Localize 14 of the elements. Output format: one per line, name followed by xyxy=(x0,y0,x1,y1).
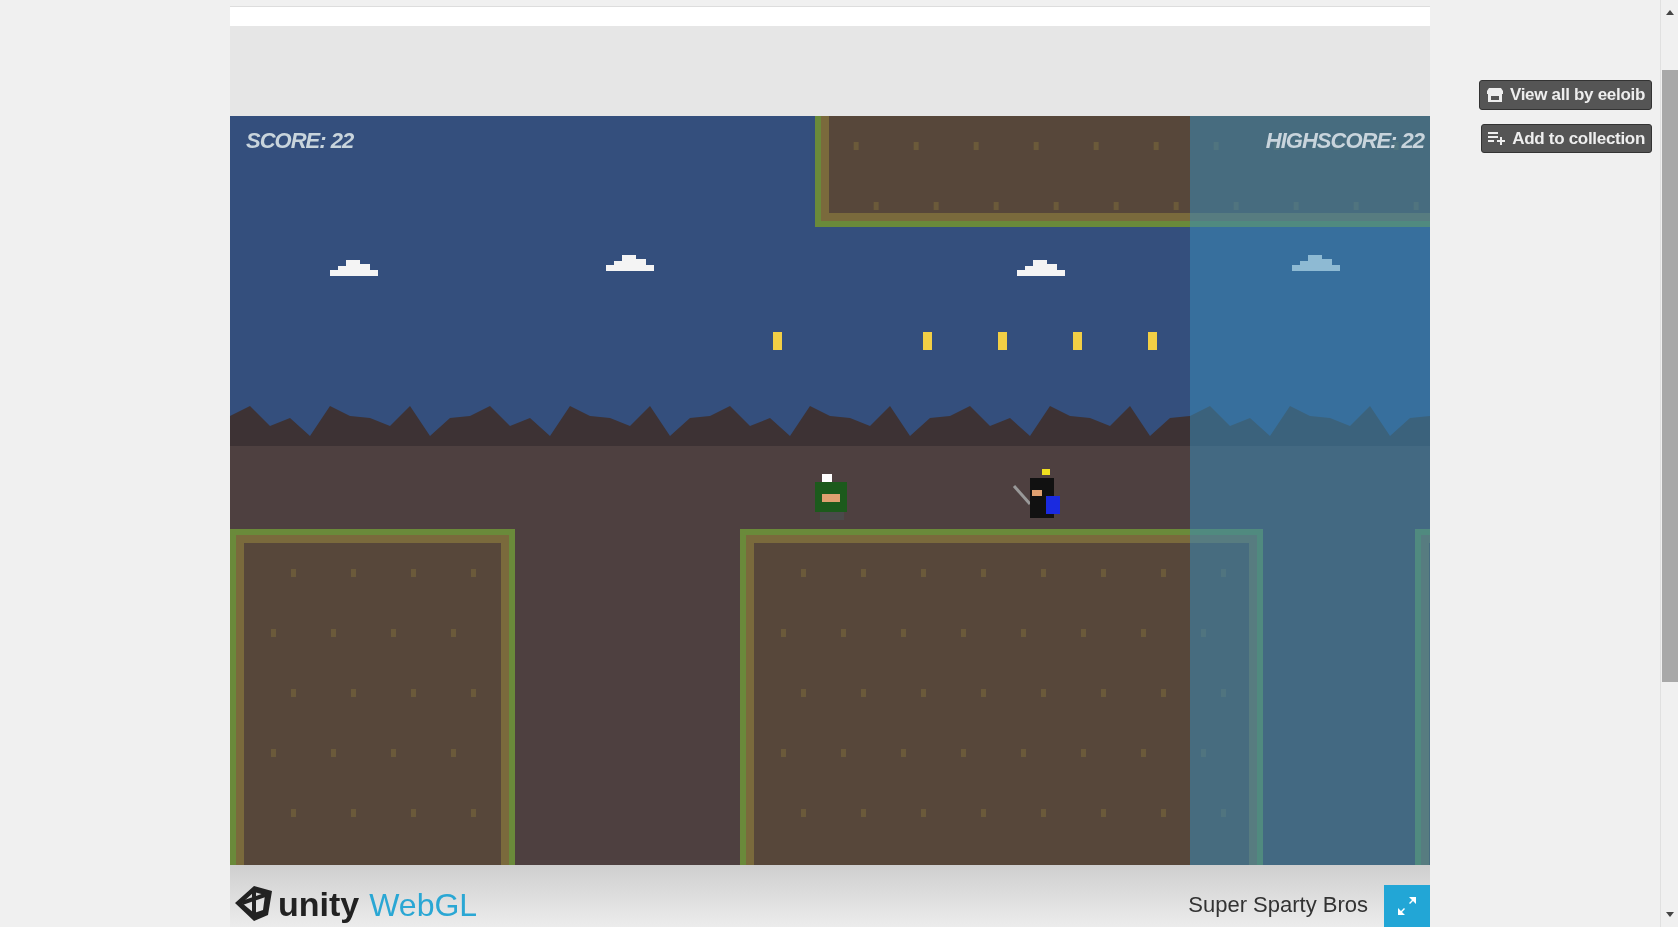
storefront-icon xyxy=(1485,86,1504,103)
webgl-text: WebGL xyxy=(369,889,478,921)
scroll-up-icon[interactable] xyxy=(1664,8,1675,16)
add-to-collection-button[interactable]: Add to collection xyxy=(1481,123,1652,153)
view-all-button[interactable]: View all by eeloib xyxy=(1478,80,1652,110)
scrollbar-thumb[interactable] xyxy=(1661,70,1678,682)
unity-brand-text: unity xyxy=(278,887,360,921)
game-title: Super Sparty Bros xyxy=(1188,891,1368,919)
scroll-down-icon[interactable] xyxy=(1664,911,1675,919)
highscore-label: HIGHSCORE: 22 xyxy=(1265,127,1424,155)
playlist-add-icon xyxy=(1488,131,1507,146)
score-label: SCORE: 22 xyxy=(246,127,354,155)
fullscreen-icon xyxy=(1396,895,1418,917)
fullscreen-button[interactable] xyxy=(1384,885,1430,927)
